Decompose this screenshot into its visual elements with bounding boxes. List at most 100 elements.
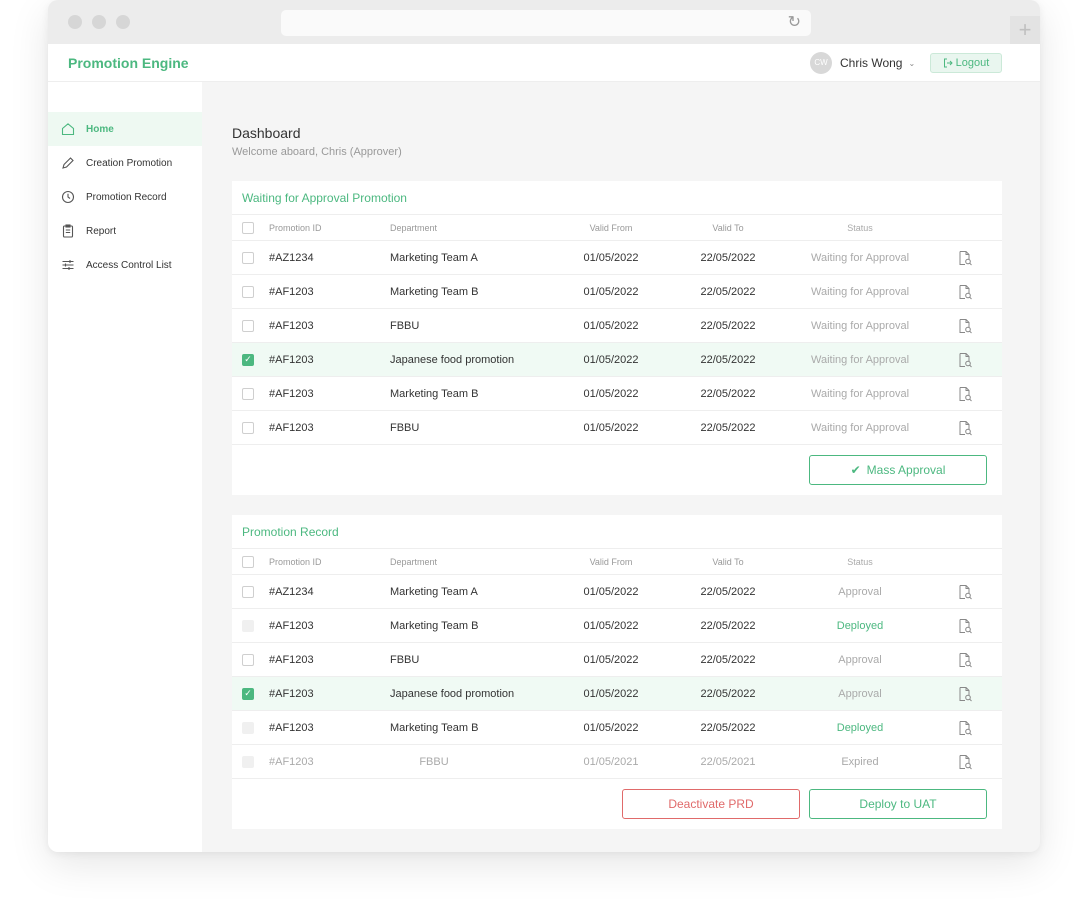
- sidebar-item-promotion-record[interactable]: Promotion Record: [48, 180, 202, 214]
- status-text: Waiting for Approval: [810, 251, 910, 264]
- row-checkbox[interactable]: [242, 653, 254, 666]
- logout-icon: [943, 58, 953, 68]
- welcome-text: Welcome aboard, Chris (Approver): [232, 146, 402, 158]
- column-header-department: Department: [390, 222, 438, 233]
- user-name: Chris Wong: [840, 56, 903, 70]
- window-minimize-dot[interactable]: [92, 15, 106, 29]
- row-checkbox[interactable]: ✓: [242, 353, 254, 366]
- valid-to: 22/05/2022: [700, 721, 756, 734]
- table-row[interactable]: #AZ1234 Marketing Team A 01/05/2022 22/05/2…: [232, 241, 1002, 275]
- avatar: CW: [810, 52, 832, 74]
- table-row[interactable]: #AZ1234 Marketing Team A 01/05/2022 22/05/2…: [232, 575, 1002, 609]
- status-text: Waiting for Approval: [810, 285, 910, 298]
- row-checkbox[interactable]: [242, 285, 254, 298]
- sidebar-item-label: Home: [86, 123, 114, 135]
- view-document-icon[interactable]: [957, 284, 973, 300]
- valid-from: 01/05/2022: [583, 619, 639, 632]
- department: Japanese food promotion: [390, 353, 515, 366]
- department: Marketing Team B: [390, 285, 479, 298]
- reload-icon[interactable]: ↻: [788, 13, 801, 33]
- sidebar-item-label: Access Control List: [86, 259, 172, 271]
- promotion-id: #AF1203: [269, 653, 314, 666]
- select-all-checkbox[interactable]: [242, 221, 254, 234]
- column-header-status: Status: [847, 222, 873, 233]
- view-document-icon[interactable]: [957, 754, 973, 770]
- view-document-icon[interactable]: [957, 386, 973, 402]
- promotion-id: #AF1203: [269, 319, 314, 332]
- column-header-department: Department: [390, 556, 438, 567]
- row-checkbox[interactable]: [242, 251, 254, 264]
- valid-to: 22/05/2022: [700, 653, 756, 666]
- department: Japanese food promotion: [390, 687, 515, 700]
- table-row[interactable]: #AF1203 FBBU 01/05/2022 22/05/2022 Waiting f…: [232, 309, 1002, 343]
- column-header-id: Promotion ID: [269, 556, 322, 567]
- view-document-icon[interactable]: [957, 352, 973, 368]
- table-row[interactable]: #AF1203 FBBU 01/05/2022 22/05/2022 Waiting f…: [232, 411, 1002, 445]
- valid-to: 22/05/2022: [700, 353, 756, 366]
- table-row[interactable]: #AF1203 FBBU 01/05/2022 22/05/2022 Approval: [232, 643, 1002, 677]
- sidebar-item-creation-promotion[interactable]: Creation Promotion: [48, 146, 202, 180]
- table-row[interactable]: ✓ #AF1203 Japanese food promotion 01/05/202…: [232, 343, 1002, 377]
- valid-from: 01/05/2021: [583, 755, 639, 768]
- table-row[interactable]: #AF1203 Marketing Team B 01/05/2022 22/05/2…: [232, 275, 1002, 309]
- valid-from: 01/05/2022: [583, 387, 639, 400]
- select-all-checkbox[interactable]: [242, 555, 254, 568]
- view-document-icon[interactable]: [957, 420, 973, 436]
- row-checkbox[interactable]: ✓: [242, 687, 254, 700]
- table-row[interactable]: #AF1203 Marketing Team B 01/05/2022 22/05/2…: [232, 377, 1002, 411]
- department: Marketing Team B: [390, 619, 479, 632]
- sidebar: Home Creation Promotion Promotion Record Re…: [48, 82, 202, 852]
- row-checkbox: [242, 755, 254, 768]
- deploy-uat-button[interactable]: Deploy to UAT: [809, 789, 987, 819]
- promotion-id: #AF1203: [269, 285, 314, 298]
- table-row[interactable]: ✓ #AF1203 Japanese food promotion 01/05/202…: [232, 677, 1002, 711]
- row-checkbox[interactable]: [242, 585, 254, 598]
- sidebar-item-home[interactable]: Home: [48, 112, 202, 146]
- logout-button[interactable]: Logout: [930, 53, 1002, 73]
- window-close-dot[interactable]: [68, 15, 82, 29]
- record-card-footer: Deactivate PRD Deploy to UAT: [232, 779, 1002, 829]
- valid-from: 01/05/2022: [583, 721, 639, 734]
- record-table-body: #AZ1234 Marketing Team A 01/05/2022 22/05/2…: [232, 575, 1002, 779]
- row-checkbox[interactable]: [242, 387, 254, 400]
- status-text: Expired: [841, 755, 879, 768]
- department: FBBU: [419, 755, 449, 768]
- mass-approval-button[interactable]: ✔ Mass Approval: [809, 455, 987, 485]
- table-row[interactable]: #AF1203 Marketing Team B 01/05/2022 22/05/2…: [232, 711, 1002, 745]
- app-title: Promotion Engine: [68, 55, 189, 71]
- column-header-status: Status: [847, 556, 873, 567]
- row-checkbox[interactable]: [242, 319, 254, 332]
- table-row[interactable]: #AF1203 FBBU 01/05/2021 22/05/2021 Expired: [232, 745, 1002, 779]
- department: FBBU: [390, 421, 420, 434]
- window-zoom-dot[interactable]: [116, 15, 130, 29]
- user-menu[interactable]: CW Chris Wong ⌄: [810, 52, 915, 74]
- view-document-icon[interactable]: [957, 618, 973, 634]
- table-row[interactable]: #AF1203 Marketing Team B 01/05/2022 22/05/2…: [232, 609, 1002, 643]
- department: Marketing Team A: [390, 585, 478, 598]
- row-checkbox: [242, 721, 254, 734]
- promotion-id: #AF1203: [269, 619, 314, 632]
- department: Marketing Team A: [390, 251, 478, 264]
- address-bar[interactable]: ↻: [281, 10, 811, 36]
- view-document-icon[interactable]: [957, 652, 973, 668]
- clipboard-icon: [60, 223, 76, 239]
- view-document-icon[interactable]: [957, 318, 973, 334]
- deactivate-prd-button[interactable]: Deactivate PRD: [622, 789, 800, 819]
- sidebar-item-report[interactable]: Report: [48, 214, 202, 248]
- record-section-title: Promotion Record: [232, 515, 1002, 549]
- view-document-icon[interactable]: [957, 720, 973, 736]
- approval-table-header: Promotion ID Department Valid From Valid…: [232, 215, 1002, 241]
- promotion-id: #AF1203: [269, 421, 314, 434]
- valid-from: 01/05/2022: [583, 585, 639, 598]
- valid-to: 22/05/2022: [700, 285, 756, 298]
- view-document-icon[interactable]: [957, 584, 973, 600]
- approval-card-footer: ✔ Mass Approval: [232, 445, 1002, 495]
- status-text: Waiting for Approval: [810, 387, 910, 400]
- page-title: Dashboard: [232, 125, 301, 141]
- new-tab-button[interactable]: +: [1010, 16, 1040, 44]
- view-document-icon[interactable]: [957, 250, 973, 266]
- row-checkbox[interactable]: [242, 421, 254, 434]
- status-text: Waiting for Approval: [810, 421, 910, 434]
- view-document-icon[interactable]: [957, 686, 973, 702]
- sidebar-item-access-control-list[interactable]: Access Control List: [48, 248, 202, 282]
